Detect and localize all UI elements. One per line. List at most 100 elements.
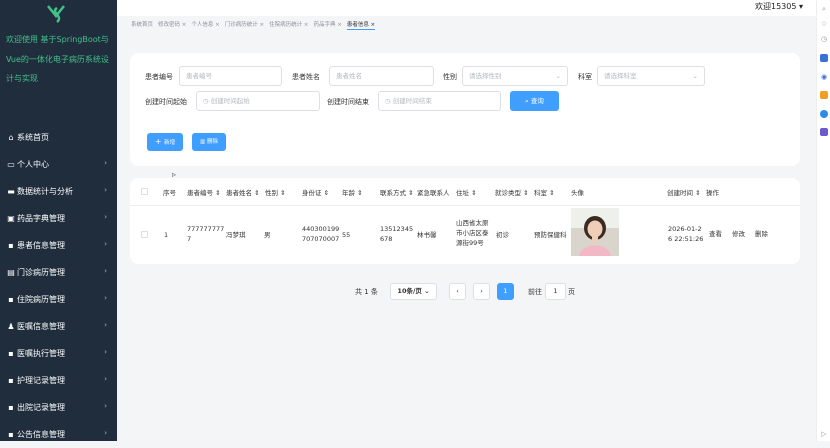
- sidebar-item-patients[interactable]: ▪ 患者信息管理 ›: [0, 232, 117, 259]
- delete-button[interactable]: ▥ 删除: [192, 133, 226, 151]
- pagination-total: 共 1 条: [355, 288, 378, 296]
- select-all-checkbox[interactable]: [141, 188, 148, 195]
- tab-drug-dict[interactable]: 药品字典 ×: [313, 20, 341, 30]
- chevron-right-icon: ›: [104, 402, 107, 410]
- cell-age: 55: [342, 231, 351, 239]
- prev-page-button[interactable]: ‹: [449, 283, 466, 300]
- gender-select[interactable]: 请选择性别 ⌄: [462, 66, 568, 86]
- site-title: 欢迎使用 基于SpringBoot与Vue的一体化电子病历系统设计与实现: [6, 35, 109, 83]
- sort-icon: ⇕: [215, 189, 221, 197]
- chevron-down-icon: ⌄: [424, 287, 430, 295]
- tab-bar: 系统首页 修改密码 × 个人信息 × 门诊病历统计 × 住院病历统计 × 药品字…: [131, 20, 376, 30]
- person-icon: ♟: [7, 322, 15, 331]
- logo-icon: [47, 5, 65, 23]
- end-time-input[interactable]: ◷ 创建时间结束: [378, 91, 501, 111]
- chevron-left-icon: ‹: [456, 287, 459, 295]
- sidebar-item-label: 护理记录管理: [17, 376, 65, 385]
- app-icon[interactable]: [820, 54, 828, 62]
- home-icon: ⌂: [8, 133, 14, 142]
- sidebar-item-home[interactable]: ⌂ 系统首页: [0, 124, 117, 151]
- grid-icon: ▪: [8, 349, 14, 358]
- sidebar-item-label: 数据统计与分析: [17, 187, 73, 196]
- grid-icon: ▪: [8, 295, 14, 304]
- start-time-input[interactable]: ◷ 创建时间起始: [196, 91, 320, 111]
- app-icon[interactable]: [820, 128, 828, 136]
- row-checkbox[interactable]: [141, 231, 148, 238]
- cell-id-card: 440300199707070007: [302, 225, 340, 243]
- sidebar-item-discharge[interactable]: ▪ 出院记录管理 ›: [0, 394, 117, 421]
- sidebar-item-drug-dict[interactable]: ▣ 药品字典管理 ›: [0, 205, 117, 232]
- table-header[interactable]: 身份证 ⇕: [302, 187, 329, 197]
- add-button[interactable]: + 新增: [147, 133, 183, 151]
- sidebar-item-profile[interactable]: ▭ 个人中心 ›: [0, 151, 117, 178]
- cell-department: 预防保健科: [534, 231, 567, 239]
- goto-page-input[interactable]: 1: [545, 283, 566, 300]
- expand-icon[interactable]: ▷: [820, 430, 828, 438]
- page-number-active[interactable]: 1: [497, 283, 514, 300]
- sidebar: 欢迎使用 基于SpringBoot与Vue的一体化电子病历系统设计与实现 ⌂ 系…: [0, 0, 117, 441]
- patient-no-input[interactable]: 患者编号: [179, 66, 282, 86]
- cell-patient-no: 7777777777: [187, 225, 225, 243]
- sidebar-item-orders[interactable]: ♟ 医嘱信息管理 ›: [0, 313, 117, 340]
- tab-outpatient-stats[interactable]: 门诊病历统计 ×: [225, 20, 264, 30]
- page-size-select[interactable]: 10条/页 ⌄: [390, 283, 437, 300]
- edit-link[interactable]: 修改: [732, 229, 745, 239]
- sidebar-item-outpatient[interactable]: ▤ 门诊病历管理 ›: [0, 259, 117, 286]
- sidebar-item-label: 公告信息管理: [17, 430, 65, 439]
- browser-side-bar: ⌕ ☆ ◷ ◉ ▷: [816, 0, 830, 441]
- sidebar-item-notice[interactable]: ▪ 公告信息管理 ›: [0, 421, 117, 448]
- gender-placeholder: 请选择性别: [469, 72, 502, 80]
- plus-icon: +: [154, 137, 165, 146]
- table-header[interactable]: 年龄 ⇕: [342, 187, 363, 197]
- table-header[interactable]: 联系方式 ⇕: [380, 187, 414, 197]
- chevron-right-icon: ›: [104, 375, 107, 383]
- grid-icon: ▪: [8, 376, 14, 385]
- tab-home[interactable]: 系统首页: [131, 20, 153, 30]
- page-size-value: 10条/页: [397, 287, 422, 295]
- cell-visit-type: 初诊: [496, 231, 509, 239]
- cell-gender: 男: [264, 231, 271, 239]
- grid-icon: ▪: [8, 241, 14, 250]
- sidebar-item-nursing[interactable]: ▪ 护理记录管理 ›: [0, 367, 117, 394]
- table-header[interactable]: 性别 ⇕: [265, 187, 286, 197]
- app-icon[interactable]: [820, 91, 828, 99]
- clipboard-icon: ▣: [7, 214, 15, 223]
- table-header[interactable]: 科室 ⇕: [534, 187, 555, 197]
- goto-prefix: 前往: [528, 288, 542, 296]
- table-header[interactable]: 住址 ⇕: [456, 187, 477, 197]
- tab-change-password[interactable]: 修改密码 ×: [158, 20, 186, 30]
- chevron-right-icon: ›: [480, 287, 483, 295]
- search-icon[interactable]: ⌕: [820, 5, 828, 13]
- avatar: [571, 208, 619, 256]
- sidebar-item-inpatient[interactable]: ▪ 住院病历管理 ›: [0, 286, 117, 313]
- tab-patient-info[interactable]: 患者信息 ×: [346, 20, 376, 30]
- view-link[interactable]: 查看: [709, 229, 722, 239]
- table-header-divider: [130, 205, 800, 206]
- table-header[interactable]: 患者姓名 ⇕: [226, 187, 260, 197]
- table-header[interactable]: 创建时间 ⇕: [667, 187, 701, 197]
- table-header[interactable]: 就诊类型 ⇕: [495, 187, 529, 197]
- clock-icon: ◷: [203, 97, 211, 105]
- history-icon[interactable]: ◷: [820, 35, 828, 43]
- sidebar-item-order-exec[interactable]: ▪ 医嘱执行管理 ›: [0, 340, 117, 367]
- goto-suffix: 页: [568, 288, 575, 296]
- table-header: 序号: [163, 189, 176, 197]
- search-button[interactable]: ⌕ 查询: [510, 91, 559, 111]
- patient-name-input[interactable]: 患者姓名: [329, 66, 434, 86]
- start-time-placeholder: 创建时间起始: [210, 97, 250, 105]
- star-icon[interactable]: ☆: [820, 20, 828, 28]
- tab-inpatient-stats[interactable]: 住院病历统计 ×: [269, 20, 308, 30]
- table-header: 紧急联系人: [417, 189, 450, 197]
- table-header[interactable]: 患者编号 ⇕: [187, 187, 221, 197]
- app-icon[interactable]: [820, 110, 828, 118]
- tab-profile[interactable]: 个人信息 ×: [191, 20, 219, 30]
- chevron-right-icon: ›: [104, 348, 107, 356]
- dept-select[interactable]: 请选择科室 ⌄: [597, 66, 705, 86]
- delete-link[interactable]: 删除: [755, 229, 768, 239]
- patient-no-label: 患者编号: [145, 73, 173, 81]
- next-page-button[interactable]: ›: [473, 283, 490, 300]
- user-menu[interactable]: 欢迎15305 ▾: [755, 1, 803, 12]
- end-time-label: 创建时间结束: [327, 98, 369, 106]
- gamepad-icon[interactable]: ◉: [820, 73, 828, 81]
- sidebar-item-statistics[interactable]: ▬ 数据统计与分析 ›: [0, 178, 117, 205]
